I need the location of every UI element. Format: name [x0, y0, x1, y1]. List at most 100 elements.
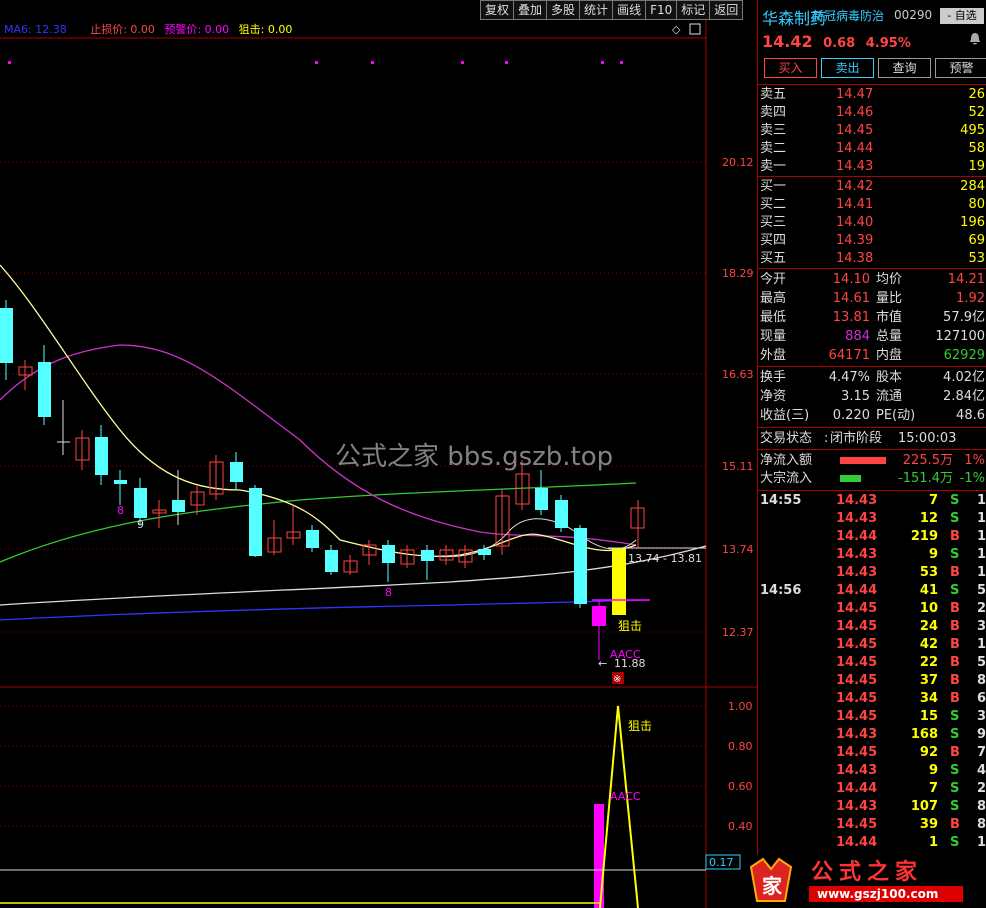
- toolbar-statistics[interactable]: 统计: [579, 0, 613, 20]
- trade-status-value: 闭市阶段: [830, 431, 883, 446]
- sell-button[interactable]: 卖出: [821, 58, 874, 78]
- stat-row: 外盘 64171 内盘 62929: [760, 348, 985, 363]
- toolbar-back[interactable]: 返回: [709, 0, 744, 20]
- tick-row: 14.44 1 S 1: [836, 835, 986, 850]
- bid-row: 买一 14.42 284: [760, 179, 985, 194]
- stat-row: 今开 14.10 均价 14.21: [760, 272, 985, 287]
- tick-row: 14.43 9 S 1: [836, 547, 986, 562]
- candle: [38, 362, 51, 417]
- sub-axis-0-80: 0.80: [728, 740, 753, 753]
- candle: [555, 500, 568, 528]
- svg-text:家: 家: [762, 874, 783, 898]
- stats-block-2: 换手 4.47% 股本 4.02亿 净资 3.15 流通 2.84亿 收益(三) 0.220 PE(…: [758, 368, 986, 425]
- tick-list[interactable]: 14:5514.437S1 14.4312S1 14.44219B16 14.439S…: [758, 492, 986, 852]
- watchlist-button[interactable]: - 自选: [940, 8, 984, 24]
- stock-header: 华森制药 新冠病毒防治 00290 - 自选: [760, 4, 986, 28]
- ma-blue-line: [0, 599, 651, 621]
- buy-button[interactable]: 买入: [764, 58, 817, 78]
- flow-bar: [840, 457, 886, 464]
- tick-row: 14.45 92 B 7: [836, 745, 986, 760]
- sub-axis-1-00: 1.00: [728, 700, 753, 713]
- candle: [172, 500, 185, 512]
- trade-status-time: 15:00:03: [898, 431, 957, 446]
- candles: [0, 300, 645, 660]
- axis-label-12-37: 12.37: [722, 626, 754, 639]
- price-row: 14.42 0.68 4.95%: [762, 32, 911, 51]
- window-toggle-icon[interactable]: [689, 23, 701, 35]
- tick-row: 14.4542B14: [836, 637, 986, 652]
- aacc-bar: [594, 804, 604, 908]
- logo-url: www.gszj100.com: [817, 887, 938, 901]
- flow-row: 净流入额 225.5万 1%: [760, 453, 985, 468]
- tick-row: 14.43 107 S 8: [836, 799, 986, 814]
- price-change-pct: 4.95%: [865, 36, 911, 51]
- tick-row: 14:55 14.43 7 S 1: [760, 493, 986, 508]
- alert-price-value: 预警价: 0.00: [164, 23, 230, 36]
- tick-row: 14.45 39 B 8: [836, 817, 986, 832]
- watermark: 公式之家 bbs.gszb.top: [335, 442, 613, 472]
- low-price-label: 11.88: [614, 657, 646, 670]
- site-logo: 家 公式之家 www.gszj100.com: [745, 855, 986, 908]
- tick-row: 14.45 22 B 5: [836, 655, 986, 670]
- marker-glyph: ※: [613, 674, 621, 685]
- bell-icon[interactable]: [968, 32, 982, 46]
- toolbar-restore-rights[interactable]: 复权: [480, 0, 514, 20]
- candle: [382, 545, 395, 563]
- tick-row: 14.45 37 B 8: [836, 673, 986, 688]
- bid-row: 买二 14.41 80: [760, 197, 985, 212]
- tick-row: 14.4353B10: [836, 565, 986, 580]
- query-button[interactable]: 查询: [878, 58, 931, 78]
- candle: [421, 550, 434, 561]
- axis-label-13-74: 13.74: [722, 543, 754, 556]
- tick-row: 14.44 7 S 2: [836, 781, 986, 796]
- stat-row: 收益(三) 0.220 PE(动) 48.6: [760, 408, 985, 423]
- ma-gray-line: [0, 545, 707, 606]
- diamond-icon[interactable]: ◇: [672, 23, 681, 36]
- tick-row: 14.43 168 S 9: [836, 727, 986, 742]
- candle: [134, 488, 147, 518]
- candle: [535, 488, 548, 510]
- range-label: 13.74 - 13.81: [628, 552, 702, 565]
- trade-status-label: 交易状态: [760, 431, 813, 446]
- bid-row: 买四 14.39 69: [760, 233, 985, 248]
- flow-bar: [840, 475, 861, 482]
- ask-row: 卖二 14.44 58: [760, 141, 985, 156]
- trade-status: 交易状态: 闭市阶段 15:00:03: [760, 431, 957, 446]
- tick-row: 14.43 12 S 1: [836, 511, 986, 526]
- axis-label-18-29: 18.29: [722, 267, 754, 280]
- sub-axis-0-60: 0.60: [728, 780, 753, 793]
- count-label: 8: [117, 504, 124, 517]
- quote-panel: 华森制药 新冠病毒防治 00290 - 自选 14.42 0.68 4.95% …: [757, 0, 986, 908]
- toolbar-f10[interactable]: F10: [645, 0, 677, 20]
- price-change: 0.68: [823, 36, 856, 51]
- tick-row: 14.45 24 B 3: [836, 619, 986, 634]
- sub-axis-0-40: 0.40: [728, 820, 753, 833]
- trade-actions: 买入 卖出 查询 预警: [764, 58, 986, 78]
- candle: [0, 308, 13, 363]
- stock-topic: 新冠病毒防治: [812, 9, 885, 23]
- stats-block: 今开 14.10 均价 14.21 最高 14.61 量比 1.92 最低 13.81 市值 57.9…: [758, 270, 986, 365]
- alert-button[interactable]: 预警: [935, 58, 986, 78]
- stat-row: 现量 884 总量 127100: [760, 329, 985, 344]
- indicator-header: MA6: 12.38 止损价: 0.00 预警价: 0.00 狙击: 0.00: [0, 22, 298, 38]
- toolbar-drawing[interactable]: 画线: [612, 0, 646, 20]
- stat-row: 净资 3.15 流通 2.84亿: [760, 389, 985, 404]
- toolbar-multi-stock[interactable]: 多股: [546, 0, 580, 20]
- axis-label-20-12: 20.12: [722, 156, 754, 169]
- logo-title: 公式之家: [811, 859, 923, 885]
- top-toolbar: 复权 叠加 多股 统计 画线 F10 标记 返回: [480, 0, 756, 20]
- tick-row: 14.45 10 B 2: [836, 601, 986, 616]
- stat-row: 最高 14.61 量比 1.92: [760, 291, 985, 306]
- candle: [478, 549, 491, 555]
- kline-chart[interactable]: 20.12 18.29 16.63 15.11 13.74 12.37 1.00…: [0, 0, 757, 908]
- last-price: 14.42: [762, 32, 813, 51]
- candle: [592, 606, 606, 626]
- snipe-signal-candle: [612, 548, 626, 615]
- sub-snipe-label: 狙击: [628, 719, 652, 733]
- flow-row: 大宗流入 -151.4万 -1%: [760, 471, 985, 486]
- stop-loss-value: 止损价: 0.00: [90, 23, 155, 36]
- tick-row: 14.45 15 S 3: [836, 709, 986, 724]
- toolbar-mark[interactable]: 标记: [676, 0, 710, 20]
- toolbar-overlay[interactable]: 叠加: [513, 0, 547, 20]
- tick-row: 14.44219B16: [836, 529, 986, 544]
